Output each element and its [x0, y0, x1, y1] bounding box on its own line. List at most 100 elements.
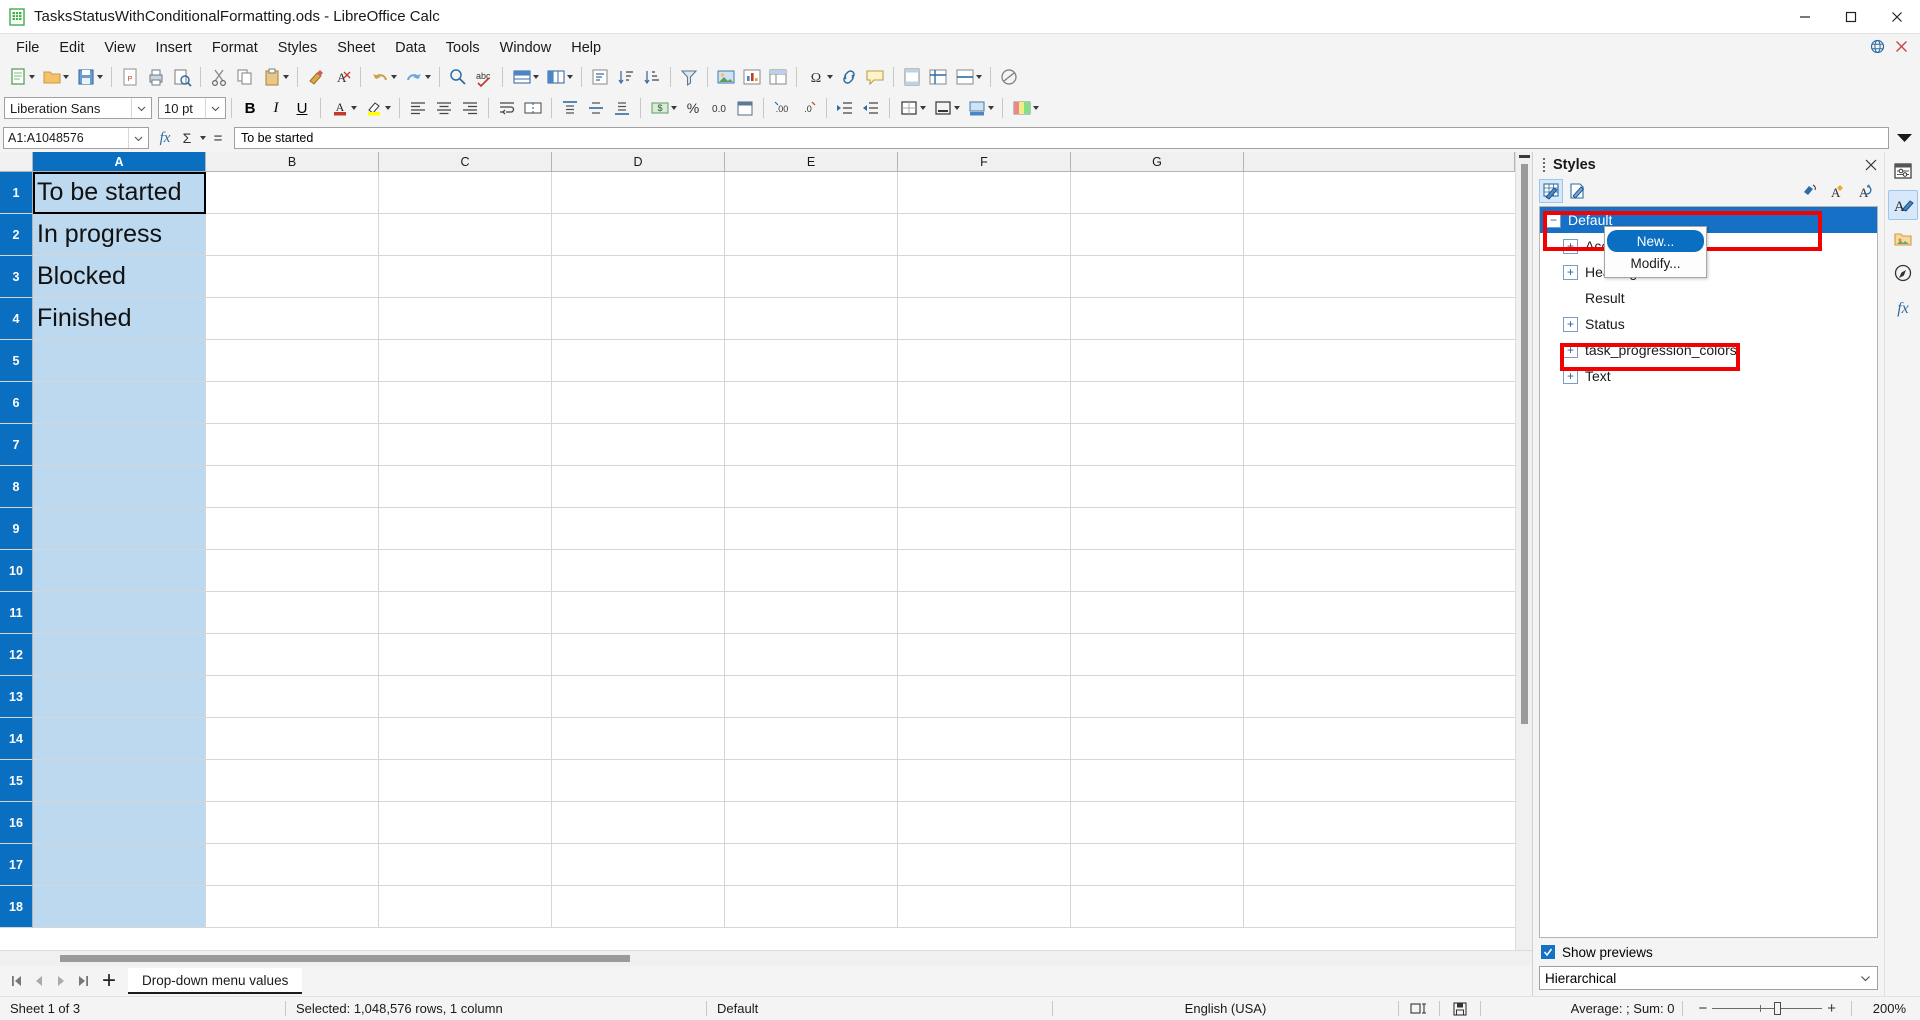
font-size-combo[interactable]: 10 pt	[158, 97, 226, 119]
menu-sheet[interactable]: Sheet	[327, 37, 385, 59]
cell-C18[interactable]	[379, 886, 552, 928]
close-document-icon[interactable]	[1895, 40, 1908, 56]
open-file-button[interactable]	[38, 64, 72, 90]
cell-B11[interactable]	[206, 592, 379, 634]
cell-G13[interactable]	[1071, 676, 1244, 718]
split-window-button[interactable]	[951, 64, 985, 90]
insert-chart-button[interactable]	[739, 64, 765, 90]
cell-G15[interactable]	[1071, 760, 1244, 802]
cell-F10[interactable]	[898, 550, 1071, 592]
clear-formatting-button[interactable]: A	[329, 64, 355, 90]
cell-G6[interactable]	[1071, 382, 1244, 424]
cell-C9[interactable]	[379, 508, 552, 550]
expand-formula-bar-button[interactable]	[1891, 127, 1917, 149]
status-language[interactable]: English (USA)	[1053, 997, 1398, 1020]
cell-E2[interactable]	[725, 214, 898, 256]
cell-H15[interactable]	[1244, 760, 1515, 802]
cell-C8[interactable]	[379, 466, 552, 508]
cell-C3[interactable]	[379, 256, 552, 298]
cell-D16[interactable]	[552, 802, 725, 844]
cell-E5[interactable]	[725, 340, 898, 382]
cell-E10[interactable]	[725, 550, 898, 592]
cell-E8[interactable]	[725, 466, 898, 508]
insert-image-button[interactable]	[713, 64, 739, 90]
cell-D8[interactable]	[552, 466, 725, 508]
context-menu-item-new[interactable]: New...	[1607, 230, 1704, 252]
highlighting-color-button[interactable]	[360, 95, 394, 121]
row-header-17[interactable]: 17	[0, 844, 33, 886]
cell-D5[interactable]	[552, 340, 725, 382]
cell-A17[interactable]	[33, 844, 206, 886]
add-decimal-place-button[interactable]: .00	[769, 95, 795, 121]
cell-B14[interactable]	[206, 718, 379, 760]
underline-button[interactable]: U	[289, 95, 315, 121]
insert-pivot-table-button[interactable]	[765, 64, 791, 90]
show-previews-checkbox[interactable]	[1541, 945, 1555, 959]
format-as-currency-button[interactable]: $	[646, 95, 680, 121]
align-right-button[interactable]	[457, 95, 483, 121]
chevron-down-icon[interactable]	[200, 136, 206, 140]
align-center-button[interactable]	[431, 95, 457, 121]
zoom-slider[interactable]: − +	[1683, 997, 1851, 1020]
maximize-button[interactable]	[1828, 0, 1874, 34]
cell-H18[interactable]	[1244, 886, 1515, 928]
cell-C5[interactable]	[379, 340, 552, 382]
cell-C11[interactable]	[379, 592, 552, 634]
cell-A14[interactable]	[33, 718, 206, 760]
expand-icon[interactable]: +	[1563, 238, 1578, 254]
cell-F7[interactable]	[898, 424, 1071, 466]
row-header-5[interactable]: 5	[0, 340, 33, 382]
style-tree-item-heading[interactable]: +Heading	[1540, 259, 1877, 285]
cell-D17[interactable]	[552, 844, 725, 886]
chevron-down-icon[interactable]	[128, 128, 148, 148]
cell-G7[interactable]	[1071, 424, 1244, 466]
menu-view[interactable]: View	[94, 37, 145, 59]
format-as-number-button[interactable]: 0.0	[706, 95, 732, 121]
conditional-formatting-button[interactable]	[1008, 95, 1042, 121]
cell-H17[interactable]	[1244, 844, 1515, 886]
cell-styles-icon[interactable]	[1539, 179, 1563, 203]
save-button[interactable]	[72, 64, 106, 90]
cell-B4[interactable]	[206, 298, 379, 340]
cell-D9[interactable]	[552, 508, 725, 550]
cell-D12[interactable]	[552, 634, 725, 676]
cell-E13[interactable]	[725, 676, 898, 718]
cell-A13[interactable]	[33, 676, 206, 718]
row-header-4[interactable]: 4	[0, 298, 33, 340]
style-tree-item-task-progression-colors[interactable]: + task_progression_colors	[1540, 337, 1877, 363]
delete-decimal-place-button[interactable]: .0	[795, 95, 821, 121]
name-box[interactable]: A1:A1048576	[3, 127, 149, 149]
row-header-8[interactable]: 8	[0, 466, 33, 508]
cell-A2[interactable]: In progress	[33, 214, 206, 256]
cell-B9[interactable]	[206, 508, 379, 550]
cut-button[interactable]	[206, 64, 232, 90]
column-header-b[interactable]: B	[206, 152, 379, 172]
cell-C13[interactable]	[379, 676, 552, 718]
cell-E17[interactable]	[725, 844, 898, 886]
expand-icon[interactable]: +	[1563, 316, 1578, 332]
cell-E9[interactable]	[725, 508, 898, 550]
chevron-down-icon[interactable]	[131, 98, 151, 118]
merge-cells-button[interactable]	[520, 95, 546, 121]
zoom-in-button[interactable]: +	[1822, 1000, 1841, 1017]
globe-icon[interactable]	[1870, 39, 1885, 57]
cell-H7[interactable]	[1244, 424, 1515, 466]
horizontal-scrollbar[interactable]	[0, 950, 1532, 966]
cell-H1[interactable]	[1244, 172, 1515, 214]
cell-H6[interactable]	[1244, 382, 1515, 424]
column-header-h[interactable]	[1244, 152, 1515, 172]
decrease-indent-button[interactable]	[858, 95, 884, 121]
cell-E7[interactable]	[725, 424, 898, 466]
spelling-button[interactable]: abc	[471, 64, 497, 90]
cell-B12[interactable]	[206, 634, 379, 676]
cell-D18[interactable]	[552, 886, 725, 928]
borders-button[interactable]	[895, 95, 929, 121]
find-replace-button[interactable]	[445, 64, 471, 90]
cell-F15[interactable]	[898, 760, 1071, 802]
cell-E12[interactable]	[725, 634, 898, 676]
menu-tools[interactable]: Tools	[436, 37, 490, 59]
row-header-1[interactable]: 1	[0, 172, 33, 214]
background-color-button[interactable]	[963, 95, 997, 121]
minimize-button[interactable]	[1782, 0, 1828, 34]
insert-hyperlink-button[interactable]	[836, 64, 862, 90]
